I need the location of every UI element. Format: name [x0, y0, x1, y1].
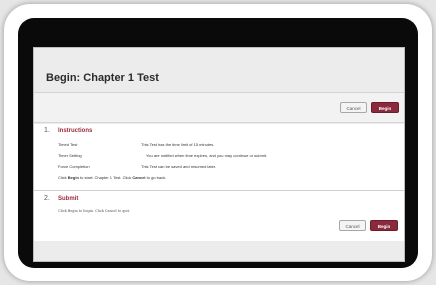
- cancel-button[interactable]: Cancel: [339, 220, 366, 231]
- footer-text-1: Click: [58, 175, 68, 180]
- section-number: 1.: [44, 127, 50, 134]
- instructions-section: 1. Instructions Timed Test This Test has…: [34, 124, 404, 190]
- timed-test-value: This Test has the time limit of 15 minut…: [141, 142, 215, 147]
- footer-cancel-word: Cancel: [132, 175, 146, 180]
- timer-setting-label: Timer Setting: [58, 153, 82, 158]
- test-page: Begin: Chapter 1 Test Cancel Begin 1. In…: [33, 47, 405, 262]
- begin-button[interactable]: Begin: [371, 102, 399, 113]
- top-action-bar: Cancel Begin: [34, 93, 404, 123]
- monitor-screen: Begin: Chapter 1 Test Cancel Begin 1. In…: [18, 18, 418, 268]
- begin-button[interactable]: Begin: [370, 220, 398, 231]
- footer-text-3: to go back.: [145, 175, 167, 180]
- timed-test-label: Timed Test: [58, 142, 78, 147]
- submit-section: 2. Submit Click Begin to begin. Click Ca…: [34, 191, 404, 241]
- cancel-button[interactable]: Cancel: [340, 102, 367, 113]
- force-completion-value: This Test can be saved and resumed later…: [141, 164, 217, 169]
- page-title: Begin: Chapter 1 Test: [46, 72, 159, 84]
- section-number: 2.: [44, 195, 50, 202]
- timer-setting-value: You are notified when time expires, and …: [146, 153, 268, 158]
- footer-text-2: to start: Chapter 1 Test. Click: [78, 175, 133, 180]
- footer-begin-word: Begin: [67, 175, 79, 180]
- submit-note: Click Begin to begin. Click Cancel to qu…: [58, 209, 131, 213]
- force-completion-label: Force Completion: [58, 164, 90, 169]
- photo-frame: Begin: Chapter 1 Test Cancel Begin 1. In…: [4, 4, 432, 281]
- submit-title: Submit: [58, 196, 79, 202]
- instructions-footer: Click Begin to start: Chapter 1 Test. Cl…: [58, 175, 166, 180]
- instructions-title: Instructions: [58, 128, 93, 134]
